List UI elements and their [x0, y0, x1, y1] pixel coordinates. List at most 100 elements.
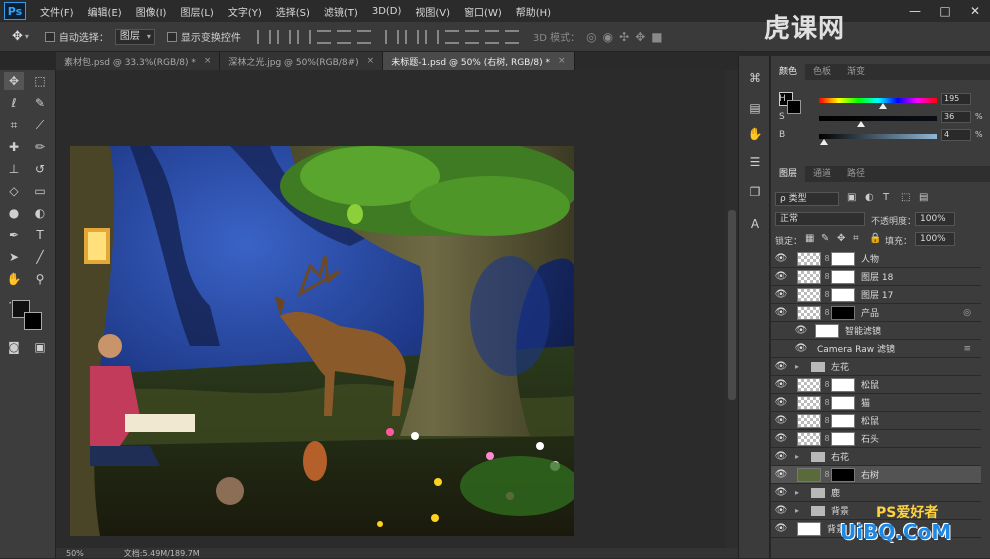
- eye-icon[interactable]: 👁: [771, 487, 791, 498]
- auto-select-checkbox[interactable]: [44, 31, 55, 42]
- marquee-tool-icon[interactable]: ⬚: [30, 72, 50, 90]
- 3d-scale-icon[interactable]: ■: [651, 30, 662, 44]
- filter-shape-icon[interactable]: ⬚: [901, 192, 910, 203]
- chevron-right-icon[interactable]: ▸: [795, 506, 805, 515]
- layer-row[interactable]: 👁 8 产品 ◎: [771, 304, 981, 322]
- healing-brush-icon[interactable]: ✚: [4, 138, 24, 156]
- eye-icon[interactable]: 👁: [771, 505, 791, 516]
- layer-name[interactable]: 猫: [861, 396, 870, 409]
- auto-align-icon[interactable]: [504, 29, 519, 44]
- close-icon[interactable]: ×: [558, 56, 566, 66]
- filter-type-icon[interactable]: T: [883, 192, 889, 203]
- eye-icon[interactable]: 👁: [771, 379, 791, 390]
- eye-icon[interactable]: 👁: [771, 523, 791, 534]
- tab-layers[interactable]: 图层: [771, 166, 806, 182]
- layer-name[interactable]: 图层 18: [861, 270, 893, 283]
- layer-mask-thumbnail[interactable]: [831, 377, 855, 392]
- path-select-icon[interactable]: ➤: [4, 248, 24, 266]
- move-tool-icon[interactable]: ✥: [4, 72, 24, 90]
- tab-paths[interactable]: 路径: [839, 166, 873, 182]
- move-tool-icon[interactable]: ✥: [12, 29, 23, 44]
- group-row[interactable]: 👁 ▸ 右花: [771, 448, 981, 466]
- align-right-icon[interactable]: [356, 29, 371, 44]
- layer-name[interactable]: 产品: [861, 306, 879, 319]
- tab-untitled-1[interactable]: 未标题-1.psd @ 50% (右树, RGB/8) * ×: [383, 52, 575, 70]
- eye-icon[interactable]: 👁: [771, 307, 791, 318]
- filter-pixel-icon[interactable]: ▣: [847, 192, 856, 203]
- layer-row[interactable]: 👁 8 猫: [771, 394, 981, 412]
- eye-icon[interactable]: 👁: [771, 469, 791, 480]
- layer-row[interactable]: 👁 8 图层 18: [771, 268, 981, 286]
- align-left-icon[interactable]: [316, 29, 331, 44]
- menu-edit[interactable]: 编辑(E): [88, 4, 122, 19]
- layer-mask-thumbnail[interactable]: [831, 467, 855, 482]
- group-row[interactable]: 👁 ▸ 左花: [771, 358, 981, 376]
- menu-window[interactable]: 窗口(W): [464, 4, 502, 19]
- layer-name[interactable]: Camera Raw 滤镜: [817, 342, 895, 355]
- saturation-value[interactable]: 36: [941, 111, 971, 123]
- link-icon[interactable]: 8: [823, 398, 831, 407]
- layer-mask-thumbnail[interactable]: [831, 251, 855, 266]
- lock-position-icon[interactable]: ✥: [837, 233, 845, 244]
- brightness-knob[interactable]: [819, 139, 828, 145]
- eye-icon[interactable]: 👁: [771, 253, 791, 264]
- layer-mask-thumbnail[interactable]: [831, 305, 855, 320]
- eye-icon[interactable]: 👁: [771, 271, 791, 282]
- layer-name[interactable]: 图层 17: [861, 288, 893, 301]
- history-brush-icon[interactable]: ↺: [30, 160, 50, 178]
- distribute-hcenter-icon[interactable]: [464, 29, 479, 44]
- close-icon[interactable]: ×: [367, 56, 375, 66]
- brightness-slider[interactable]: B 4 %: [777, 129, 983, 145]
- align-top-icon[interactable]: [256, 29, 271, 44]
- tab-gradients[interactable]: 渐变: [839, 64, 873, 80]
- menu-help[interactable]: 帮助(H): [516, 4, 551, 19]
- link-icon[interactable]: 8: [823, 434, 831, 443]
- eye-icon[interactable]: 👁: [771, 433, 791, 444]
- clone-stamp-icon[interactable]: ⊥: [4, 160, 24, 178]
- saturation-bar[interactable]: [819, 116, 937, 121]
- layer-row[interactable]: 👁 8 图层 17: [771, 286, 981, 304]
- link-icon[interactable]: 8: [823, 380, 831, 389]
- distribute-vcenter-icon[interactable]: [404, 29, 419, 44]
- link-icon[interactable]: 8: [823, 290, 831, 299]
- layer-mask-thumbnail[interactable]: [831, 431, 855, 446]
- eye-icon[interactable]: 👁: [791, 343, 811, 354]
- eye-icon[interactable]: 👁: [771, 361, 791, 372]
- layer-row[interactable]: 👁 8 人物: [771, 250, 981, 268]
- link-icon[interactable]: 8: [823, 308, 831, 317]
- layer-name[interactable]: 背景: [831, 504, 849, 517]
- menu-layer[interactable]: 图层(L): [180, 4, 213, 19]
- menu-type[interactable]: 文字(Y): [228, 4, 262, 19]
- distribute-bottom-icon[interactable]: [424, 29, 439, 44]
- layer-name[interactable]: 右花: [831, 450, 849, 463]
- filter-row[interactable]: 👁 Camera Raw 滤镜 ≡: [771, 340, 981, 358]
- eye-icon[interactable]: 👁: [771, 451, 791, 462]
- maximize-button[interactable]: □: [930, 0, 960, 22]
- link-icon[interactable]: 8: [823, 470, 831, 479]
- show-transform-checkbox[interactable]: [166, 31, 177, 42]
- eye-icon[interactable]: 👁: [771, 415, 791, 426]
- layer-name[interactable]: 松鼠: [861, 378, 879, 391]
- menu-filter[interactable]: 滤镜(T): [324, 4, 358, 19]
- layer-name[interactable]: 右树: [861, 468, 879, 481]
- menu-image[interactable]: 图像(I): [136, 4, 167, 19]
- smart-filter-row[interactable]: 👁 智能滤镜: [771, 322, 981, 340]
- history-icon[interactable]: ⌘: [747, 70, 763, 86]
- distribute-top-icon[interactable]: [384, 29, 399, 44]
- menu-file[interactable]: 文件(F): [40, 4, 74, 19]
- layer-mask-thumbnail[interactable]: [831, 269, 855, 284]
- brush-tool-icon[interactable]: ✏: [30, 138, 50, 156]
- eye-icon[interactable]: 👁: [771, 289, 791, 300]
- character-icon[interactable]: A: [747, 216, 763, 232]
- filter-smart-icon[interactable]: ▤: [919, 192, 928, 203]
- lock-transparency-icon[interactable]: ▦: [805, 233, 814, 244]
- line-tool-icon[interactable]: ╱: [30, 248, 50, 266]
- sliders-icon[interactable]: ☰: [747, 154, 763, 170]
- tab-color[interactable]: 颜色: [771, 64, 806, 80]
- chevron-right-icon[interactable]: ▸: [795, 452, 805, 461]
- zoom-level[interactable]: 50%: [66, 549, 84, 558]
- screen-mode-icon[interactable]: ▣: [30, 338, 50, 356]
- chevron-right-icon[interactable]: ▸: [795, 362, 805, 371]
- auto-select-dropdown[interactable]: 图层: [114, 28, 155, 45]
- gradient-icon[interactable]: ▭: [30, 182, 50, 200]
